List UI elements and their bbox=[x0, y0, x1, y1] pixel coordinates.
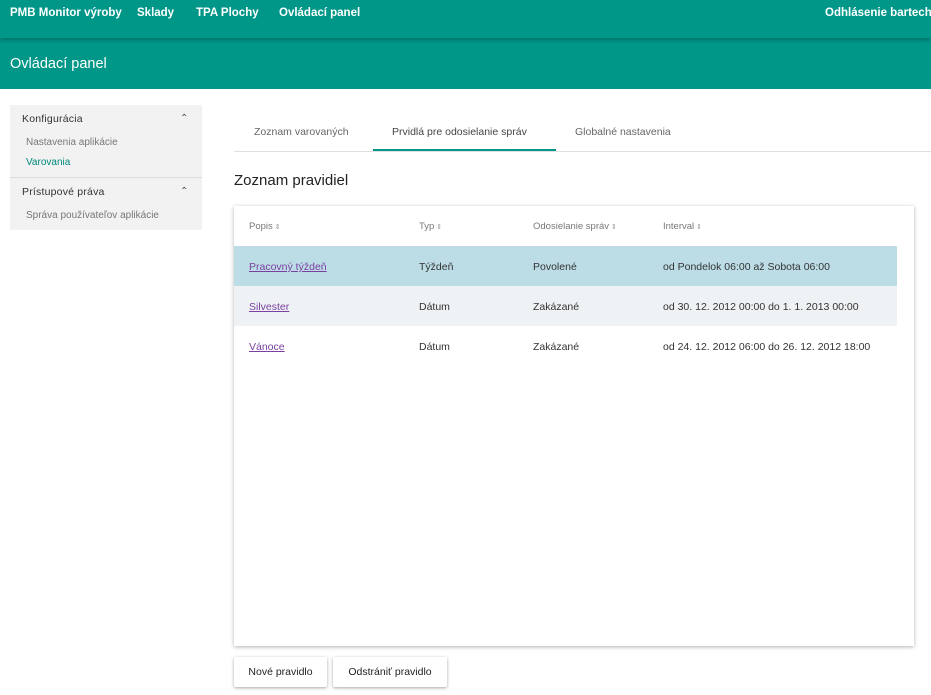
sidebar-section-konfiguracia[interactable]: Konfigurácia bbox=[22, 113, 83, 125]
tab-zoznam-varovanych[interactable]: Zoznam varovaných bbox=[254, 126, 349, 138]
rule-name-link[interactable]: Silvester bbox=[249, 301, 289, 313]
column-header-interval[interactable]: Interval ⇕ bbox=[663, 221, 702, 232]
rule-interval: od Pondelok 06:00 až Sobota 06:00 bbox=[663, 261, 830, 273]
nav-pmb-monitor[interactable]: PMB Monitor výroby bbox=[10, 7, 122, 19]
section-title: Zoznam pravidiel bbox=[234, 172, 349, 189]
table-scrollbar[interactable] bbox=[897, 246, 914, 646]
active-tab-indicator bbox=[373, 149, 556, 151]
rule-sending: Zakázané bbox=[533, 301, 580, 313]
rule-sending: Zakázané bbox=[533, 341, 580, 353]
tab-bar: Zoznam varovaných Prvidlá pre odosielani… bbox=[234, 115, 931, 152]
rule-sending: Povolené bbox=[533, 261, 577, 273]
new-rule-button[interactable]: Nové pravidlo bbox=[234, 657, 327, 687]
rule-interval: od 30. 12. 2012 00:00 do 1. 1. 2013 00:0… bbox=[663, 301, 859, 313]
rule-type: Dátum bbox=[419, 341, 450, 353]
page-header: Ovládací panel bbox=[0, 38, 931, 89]
chevron-up-icon[interactable]: ⌃ bbox=[180, 186, 188, 197]
column-header-label: Popis bbox=[249, 221, 273, 232]
logout-link[interactable]: Odhlásenie bartech bbox=[825, 7, 931, 19]
sidebar: Konfigurácia ⌃ Nastavenia aplikácie Varo… bbox=[10, 105, 202, 230]
rule-type: Dátum bbox=[419, 301, 450, 313]
sidebar-item-nastavenia-aplikacie[interactable]: Nastavenia aplikácie bbox=[26, 137, 118, 148]
tab-globalne-nastavenia[interactable]: Globalné nastavenia bbox=[575, 126, 671, 138]
column-header-popis[interactable]: Popis ⇕ bbox=[249, 221, 281, 232]
rule-name-link[interactable]: Vánoce bbox=[249, 341, 285, 353]
sort-icon[interactable]: ⇕ bbox=[611, 224, 617, 231]
tab-pravidla-odosielania[interactable]: Prvidlá pre odosielanie správ bbox=[392, 126, 527, 138]
column-header-odosielanie[interactable]: Odosielanie správ ⇕ bbox=[533, 221, 617, 232]
table-row[interactable]: Pracovný týždeň Týždeň Povolené od Ponde… bbox=[234, 246, 897, 286]
nav-ovladaci-panel[interactable]: Ovládací panel bbox=[279, 7, 360, 19]
top-navbar: PMB Monitor výroby Sklady TPA Plochy Ovl… bbox=[0, 0, 931, 38]
rules-table: Popis ⇕ Typ ⇕ Odosielanie správ ⇕ Interval ⇕… bbox=[234, 206, 914, 646]
chevron-up-icon[interactable]: ⌃ bbox=[180, 113, 188, 124]
rule-interval: od 24. 12. 2012 06:00 do 26. 12. 2012 18… bbox=[663, 341, 871, 353]
table-row[interactable]: Silvester Dátum Zakázané od 30. 12. 2012… bbox=[234, 286, 897, 326]
table-row[interactable]: Vánoce Dátum Zakázané od 24. 12. 2012 06… bbox=[234, 326, 897, 366]
rule-type: Týždeň bbox=[419, 261, 454, 273]
column-header-label: Interval bbox=[663, 221, 695, 232]
column-header-typ[interactable]: Typ ⇕ bbox=[419, 221, 442, 232]
sort-icon[interactable]: ⇕ bbox=[275, 224, 281, 231]
sort-icon[interactable]: ⇕ bbox=[436, 224, 442, 231]
rule-name-link[interactable]: Pracovný týždeň bbox=[249, 261, 327, 273]
sidebar-item-sprava-pouzivatelov[interactable]: Správa používateľov aplikácie bbox=[26, 210, 159, 221]
sidebar-section-pristupove-prava[interactable]: Prístupové práva bbox=[22, 186, 105, 198]
sort-icon[interactable]: ⇕ bbox=[696, 224, 702, 231]
sidebar-item-varovania[interactable]: Varovania bbox=[26, 157, 70, 168]
column-header-label: Typ bbox=[419, 221, 435, 232]
sidebar-divider bbox=[10, 177, 202, 178]
page-header-title: Ovládací panel bbox=[10, 56, 107, 72]
column-header-label: Odosielanie správ bbox=[533, 221, 610, 232]
nav-sklady[interactable]: Sklady bbox=[137, 7, 174, 19]
nav-tpa-plochy[interactable]: TPA Plochy bbox=[196, 7, 259, 19]
delete-rule-button[interactable]: Odstrániť pravidlo bbox=[333, 657, 447, 687]
